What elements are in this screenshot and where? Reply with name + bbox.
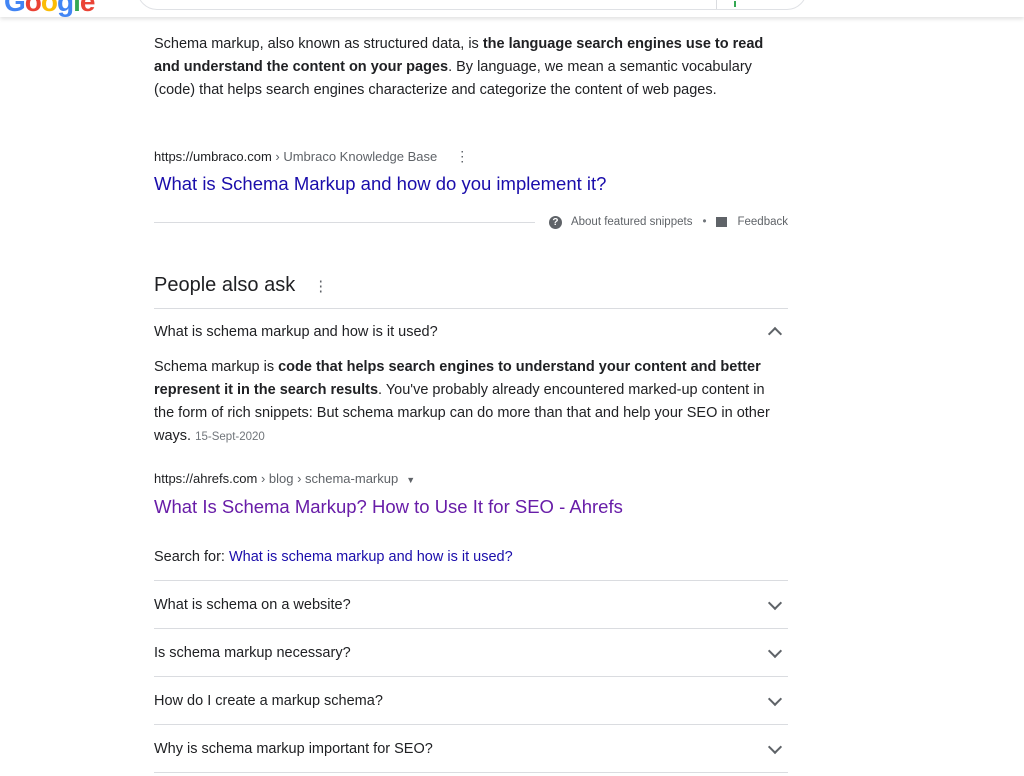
paa-heading: People also ask ⋮ — [154, 274, 329, 296]
paa-question[interactable]: Is schema markup necessary? — [154, 629, 788, 677]
snippet-cite: https://umbraco.com › Umbraco Knowledge … — [154, 148, 470, 164]
chevron-down-icon[interactable] — [767, 691, 783, 706]
answer-result-link[interactable]: What Is Schema Markup? How to Use It for… — [154, 496, 788, 518]
snippet-footer: ? About featured snippets • Feedback — [154, 212, 788, 232]
more-options-icon[interactable]: ⋮ — [455, 148, 469, 164]
help-icon: ? — [548, 215, 562, 229]
paa-question[interactable]: How do I create a markup schema? — [154, 677, 788, 725]
microphone-icon[interactable] — [734, 1, 736, 7]
paa-question[interactable]: Why is schema markup important for SEO? — [154, 725, 788, 773]
chevron-down-icon[interactable] — [767, 739, 783, 754]
divider — [716, 0, 717, 9]
paa-question[interactable]: What is schema on a website? — [154, 581, 788, 629]
more-options-icon[interactable]: ⋮ — [313, 278, 328, 295]
google-logo[interactable]: Google — [4, 0, 95, 18]
paa-questions-list: What is schema on a website? Is schema m… — [154, 581, 788, 773]
about-featured-snippets-link[interactable]: About featured snippets — [571, 216, 692, 228]
feedback-link[interactable]: Feedback — [737, 216, 788, 228]
paa-answer: Schema markup is code that helps search … — [154, 359, 770, 444]
question-text: What is schema markup and how is it used… — [154, 324, 438, 340]
search-input[interactable] — [137, 0, 807, 10]
featured-snippet-text: Schema markup, also known as structured … — [154, 36, 764, 98]
dropdown-arrow-icon[interactable]: ▼ — [406, 475, 415, 485]
paa-question-expanded[interactable]: What is schema markup and how is it used… — [154, 309, 788, 355]
chevron-down-icon[interactable] — [767, 595, 783, 610]
answer-cite: https://ahrefs.com › blog › schema-marku… — [154, 471, 416, 486]
header: Google — [0, 0, 1024, 17]
divider — [154, 221, 535, 223]
snippet-result-link[interactable]: What is Schema Markup and how do you imp… — [154, 173, 788, 195]
search-for: Search for: What is schema markup and ho… — [154, 549, 513, 565]
chevron-down-icon[interactable] — [767, 643, 783, 658]
chevron-up-icon[interactable] — [767, 326, 783, 342]
separator: • — [702, 216, 707, 228]
answer-date: 15-Sept-2020 — [195, 431, 265, 443]
search-for-link[interactable]: What is schema markup and how is it used… — [229, 549, 513, 565]
feedback-icon — [716, 217, 728, 227]
